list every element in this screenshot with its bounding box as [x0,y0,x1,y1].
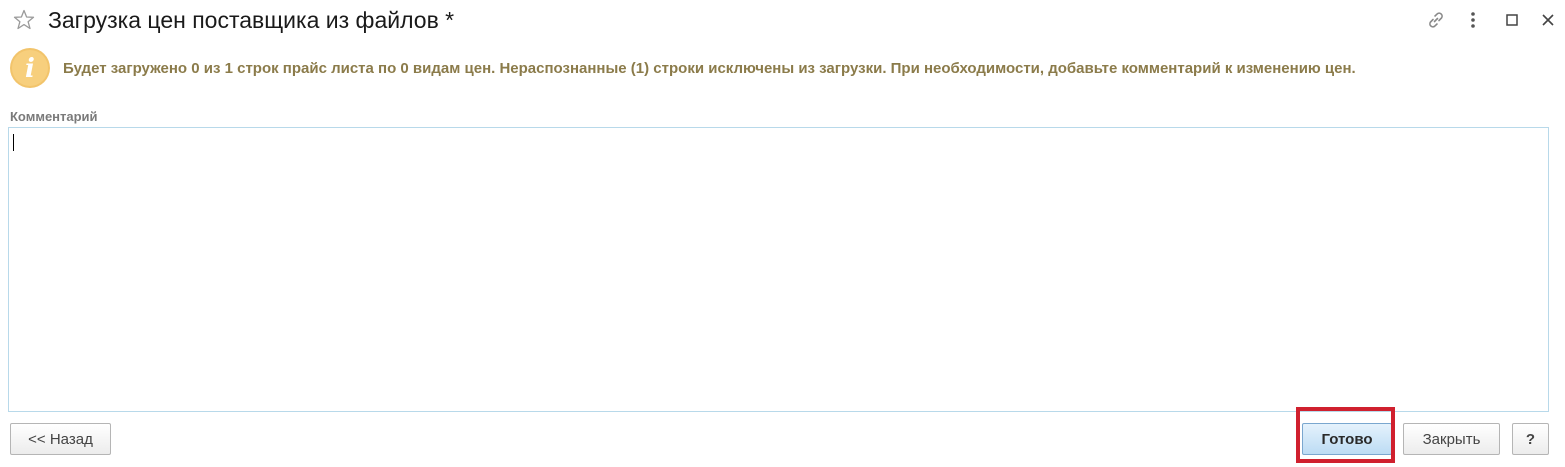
link-icon[interactable] [1424,8,1448,32]
close-icon[interactable] [1536,8,1560,32]
star-icon[interactable] [12,8,36,32]
window-header: Загрузка цен поставщика из файлов * [0,0,1565,40]
comment-textarea[interactable] [9,128,1548,411]
svg-text:i: i [25,54,35,84]
info-icon: i [9,47,51,89]
more-icon[interactable] [1461,8,1485,32]
window-title: Загрузка цен поставщика из файлов * [48,7,455,33]
info-message: Будет загружено 0 из 1 строк прайс листа… [63,60,1356,77]
done-button[interactable]: Готово [1302,423,1392,455]
comment-label: Комментарий [10,109,98,124]
back-button[interactable]: << Назад [10,423,111,455]
help-button[interactable]: ? [1512,423,1549,455]
comment-field[interactable] [8,127,1549,412]
dialog-window: Загрузка цен поставщика из файлов * i Бу… [0,0,1565,467]
maximize-icon[interactable] [1500,8,1524,32]
close-button[interactable]: Закрыть [1403,423,1500,455]
text-caret [13,134,14,151]
